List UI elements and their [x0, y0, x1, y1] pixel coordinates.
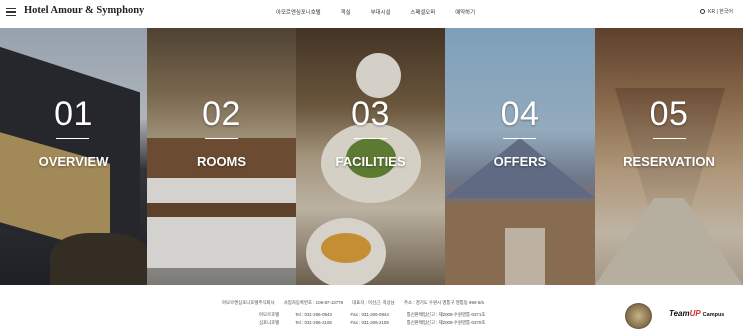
logo-team: Team [669, 309, 690, 318]
panel-label: OFFERS [493, 154, 547, 169]
nav-rooms[interactable]: 객실 [341, 8, 351, 16]
panel-number: 05 [649, 95, 689, 133]
panel-number: 03 [351, 95, 390, 133]
ceo: 대표자 : 이선근, 곽상남 [352, 300, 395, 305]
logo-campus: Campus [702, 312, 725, 318]
divider [205, 138, 238, 140]
language-selector[interactable]: KR | 한국어 [700, 8, 733, 15]
language-label: KR | 한국어 [708, 9, 733, 15]
hotel-name: 아모르호텔 [259, 312, 280, 317]
nav-special-offer[interactable]: 스페셜오퍼 [410, 8, 435, 16]
panel-facilities[interactable]: 03 FACILITIES [296, 28, 445, 285]
panels: 01 OVERVIEW 02 ROOMS 03 FACILITIES 04 OF… [0, 28, 743, 285]
hamburger-menu-icon[interactable] [6, 8, 16, 17]
panel-label: ROOMS [196, 154, 247, 169]
hotel-tel: Tel : 031-206-0943 [295, 312, 332, 317]
panel-label: OVERVIEW [38, 154, 109, 169]
hotel-tel: Tel : 031-206-2106 [295, 320, 332, 325]
panel-number: 01 [54, 95, 93, 133]
hotel-report: 통신판매업신고 : 제2009-수원영통-0371호 [406, 312, 486, 317]
hotel-report: 통신판매업신고 : 제2009-수원영통-0370호 [406, 320, 486, 325]
header: Hotel Amour & Symphony 아모르앤심포니호텔 객실 부대시설… [0, 0, 743, 28]
hotel-fax: Fax : 031-206-0944 [350, 312, 389, 317]
panel-number: 02 [202, 95, 241, 133]
panel-number: 04 [500, 95, 540, 133]
teamup-campus-logo: TeamUP Campus [669, 309, 724, 318]
nav-facilities[interactable]: 부대시설 [371, 8, 391, 16]
globe-icon [700, 9, 706, 14]
logo[interactable]: Hotel Amour & Symphony [24, 5, 144, 16]
company-name: 아모르앤심포니호텔주식회사 [222, 300, 275, 305]
hotel-name: 심포니호텔 [259, 320, 280, 325]
nav-reservation[interactable]: 예약하기 [455, 8, 475, 16]
panel-label: RESERVATION [623, 154, 715, 169]
panel-reservation[interactable]: 05 RESERVATION [595, 28, 743, 285]
logo-up: UP [689, 309, 701, 318]
main-nav: 아모르앤심포니호텔 객실 부대시설 스페셜오퍼 예약하기 [276, 8, 495, 16]
divider [354, 138, 387, 140]
panel-label: FACILITIES [335, 154, 406, 169]
divider [653, 138, 686, 140]
business-number: 사업자등록번호 : 106-87-13779 [283, 300, 344, 305]
hotel-fax: Fax : 031-206-2108 [350, 320, 389, 325]
address: 주소 : 경기도 수원시 영통구 영통동 996-5/6 [403, 300, 484, 305]
divider [56, 138, 89, 140]
panel-rooms[interactable]: 02 ROOMS [147, 28, 296, 285]
certification-seal-icon [625, 303, 652, 329]
panel-overview[interactable]: 01 OVERVIEW [0, 28, 147, 285]
hotel-contact-row: 심포니호텔 Tel : 031-206-2106 Fax : 031-206-2… [259, 320, 491, 326]
nav-hotel[interactable]: 아모르앤심포니호텔 [276, 8, 321, 16]
hotel-contact-row: 아모르호텔 Tel : 031-206-0943 Fax : 031-206-0… [259, 312, 491, 318]
company-info: 아모르앤심포니호텔주식회사 사업자등록번호 : 106-87-13779 대표자… [222, 300, 492, 306]
divider [503, 138, 536, 140]
panel-offers[interactable]: 04 OFFERS [445, 28, 595, 285]
